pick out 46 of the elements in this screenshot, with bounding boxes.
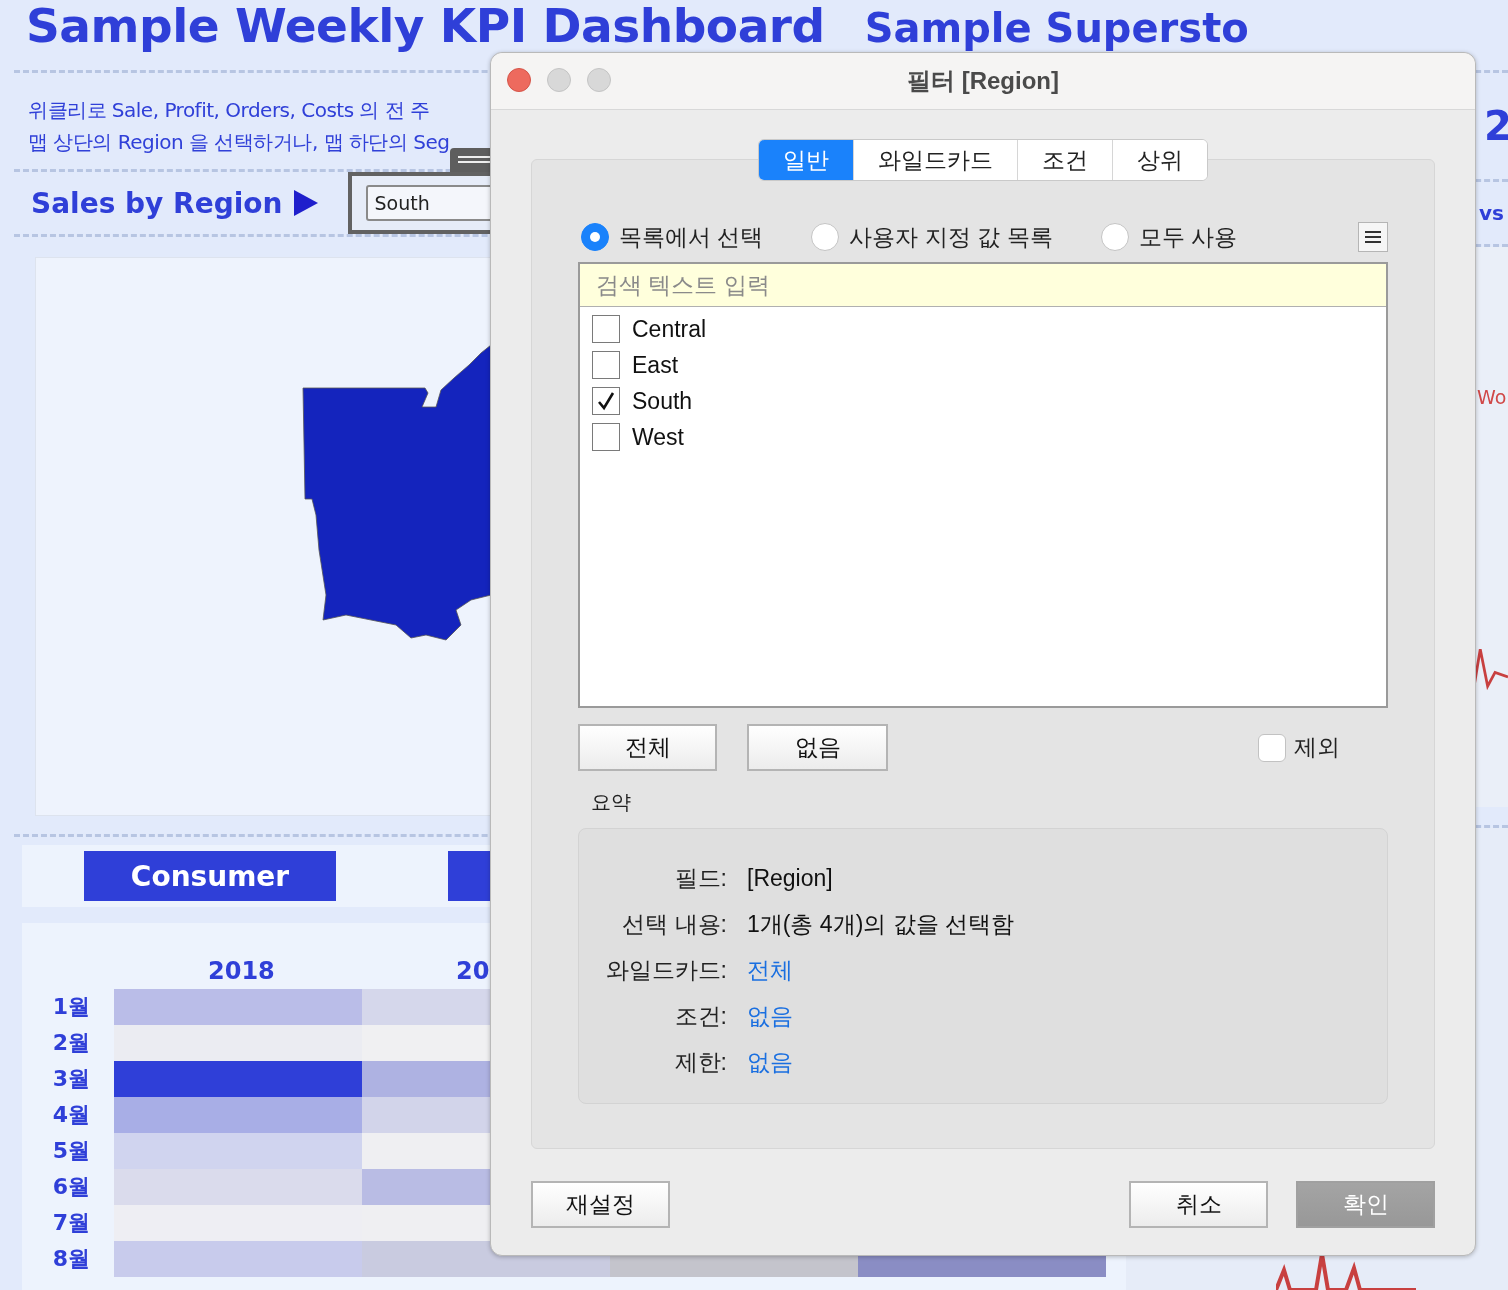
summary-value: [Region]: [747, 864, 833, 892]
month-label: 3월: [52, 1065, 91, 1093]
month-label: 2월: [52, 1029, 91, 1057]
window-title: 필터 [Region]: [907, 66, 1059, 96]
value-label: Central: [632, 315, 707, 343]
select-button[interactable]: 전체: [578, 724, 717, 771]
summary-link[interactable]: 전체: [747, 954, 793, 986]
summary-link[interactable]: 없음: [747, 1000, 793, 1032]
value-label: West: [632, 423, 684, 451]
search-field[interactable]: 검색 텍스트 입력: [580, 264, 1386, 307]
summary-heading: 요약: [591, 790, 632, 815]
summary-label: 와일드카드:: [604, 955, 727, 985]
month-label: 4월: [52, 1101, 91, 1129]
month-label: 7월: [52, 1209, 91, 1237]
description-line: 맵 상단의 Region 을 선택하거나, 맵 하단의 Seg: [28, 129, 450, 156]
month-label: 1월: [52, 993, 91, 1021]
summary-label: 필드:: [673, 863, 727, 893]
section-title: vs: [1479, 201, 1504, 225]
year-header: 20: [456, 957, 490, 987]
radio-label: 목록에서 선택: [619, 222, 764, 252]
summary-label: 제한:: [673, 1047, 727, 1077]
tab[interactable]: 상위: [1112, 140, 1207, 180]
radio-label: 사용자 지정 값 목록: [849, 222, 1053, 252]
dashboard-subtitle: Sample Supersto: [864, 4, 1249, 53]
dialog-button[interactable]: 재설정: [531, 1181, 670, 1228]
month-label: 5월: [52, 1137, 91, 1165]
select-button[interactable]: 없음: [747, 724, 888, 771]
year-header: 2018: [208, 957, 275, 987]
section-title: Sales by Region: [31, 186, 283, 220]
dashboard-title: Sample Weekly KPI Dashboard: [26, 0, 825, 52]
summary-label: 선택 내용:: [621, 909, 727, 939]
month-label: 6월: [52, 1173, 91, 1201]
dialog-button[interactable]: 취소: [1129, 1181, 1268, 1228]
summary-label: 조건:: [673, 1001, 727, 1031]
chart-label: Wo: [1477, 386, 1507, 408]
summary-value: 1개(총 4개)의 값을 선택함: [747, 909, 1015, 939]
month-label: 8월: [52, 1245, 91, 1273]
radio-label: 모두 사용: [1138, 222, 1237, 252]
description-line: 위클리로 Sale, Profit, Orders, Costs 의 전 주: [28, 97, 430, 124]
segment-button[interactable]: Consumer: [84, 851, 336, 901]
checkbox-label: 제외: [1294, 733, 1340, 762]
kpi-value: 2: [1484, 103, 1508, 149]
value-label: East: [632, 351, 679, 379]
value-label: South: [632, 387, 693, 415]
summary-link[interactable]: 없음: [747, 1046, 793, 1078]
tab[interactable]: 일반: [759, 140, 853, 180]
